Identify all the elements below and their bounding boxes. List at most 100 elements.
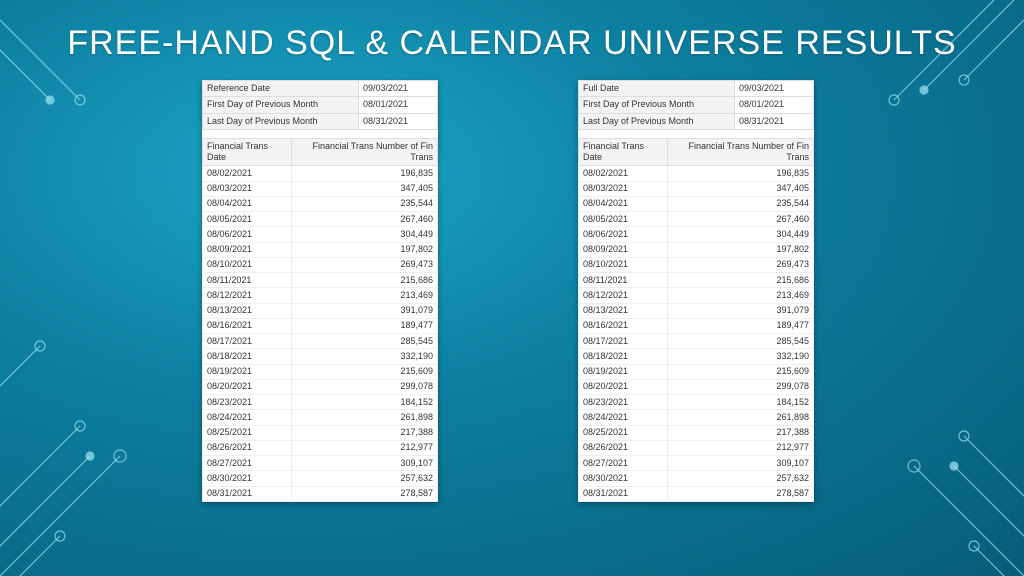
meta-label: First Day of Previous Month xyxy=(579,97,735,113)
cell-count: 278,587 xyxy=(667,486,813,501)
table-row: 08/10/2021269,473 xyxy=(579,257,814,272)
table-row: 08/20/2021299,078 xyxy=(579,379,814,394)
cell-count: 235,544 xyxy=(667,196,813,211)
table-row: 08/24/2021261,898 xyxy=(579,410,814,425)
cell-count: 391,079 xyxy=(291,303,437,318)
meta-row: First Day of Previous Month08/01/2021 xyxy=(579,97,814,113)
circuit-decoration-bottom-left xyxy=(0,276,200,576)
cell-date: 08/17/2021 xyxy=(579,334,668,349)
meta-label: Last Day of Previous Month xyxy=(579,113,735,129)
cell-count: 196,835 xyxy=(667,166,813,181)
meta-label: Reference Date xyxy=(203,81,359,97)
cell-count: 215,609 xyxy=(667,364,813,379)
table-row: 08/11/2021215,686 xyxy=(579,273,814,288)
cell-count: 267,460 xyxy=(667,212,813,227)
cell-count: 217,388 xyxy=(667,425,813,440)
table-row: 08/11/2021215,686 xyxy=(203,273,438,288)
cell-count: 285,545 xyxy=(291,334,437,349)
table-row: 08/19/2021215,609 xyxy=(579,364,814,379)
slide-title: FREE-HAND SQL & CALENDAR UNIVERSE RESULT… xyxy=(0,24,1024,63)
cell-date: 08/18/2021 xyxy=(203,349,292,364)
data-table-left: Financial Trans Date Financial Trans Num… xyxy=(202,138,438,502)
table-row: 08/31/2021278,587 xyxy=(579,486,814,501)
cell-count: 391,079 xyxy=(667,303,813,318)
cell-count: 235,544 xyxy=(291,196,437,211)
cell-count: 309,107 xyxy=(291,456,437,471)
table-row: 08/09/2021197,802 xyxy=(579,242,814,257)
cell-date: 08/30/2021 xyxy=(203,471,292,486)
col-header-count: Financial Trans Number of Fin Trans xyxy=(667,138,813,166)
meta-label: Full Date xyxy=(579,81,735,97)
table-row: 08/03/2021347,405 xyxy=(579,181,814,196)
cell-date: 08/02/2021 xyxy=(579,166,668,181)
table-row: 08/23/2021184,152 xyxy=(203,395,438,410)
cell-count: 267,460 xyxy=(291,212,437,227)
cell-count: 269,473 xyxy=(291,257,437,272)
meta-table-right: Full Date09/03/2021First Day of Previous… xyxy=(578,80,814,130)
cell-count: 347,405 xyxy=(291,181,437,196)
cell-count: 332,190 xyxy=(667,349,813,364)
cell-date: 08/04/2021 xyxy=(579,196,668,211)
cell-date: 08/03/2021 xyxy=(203,181,292,196)
meta-row: First Day of Previous Month08/01/2021 xyxy=(203,97,438,113)
cell-date: 08/23/2021 xyxy=(203,395,292,410)
cell-date: 08/20/2021 xyxy=(203,379,292,394)
cell-count: 215,686 xyxy=(291,273,437,288)
table-row: 08/13/2021391,079 xyxy=(579,303,814,318)
table-row: 08/03/2021347,405 xyxy=(203,181,438,196)
cell-count: 261,898 xyxy=(667,410,813,425)
table-row: 08/26/2021212,977 xyxy=(579,440,814,455)
cell-count: 261,898 xyxy=(291,410,437,425)
meta-value: 08/01/2021 xyxy=(735,97,814,113)
cell-count: 304,449 xyxy=(291,227,437,242)
circuit-decoration-bottom-right xyxy=(804,316,1024,576)
meta-row: Full Date09/03/2021 xyxy=(579,81,814,97)
meta-value: 09/03/2021 xyxy=(359,81,438,97)
table-row: 08/06/2021304,449 xyxy=(203,227,438,242)
cell-date: 08/16/2021 xyxy=(579,318,668,333)
cell-date: 08/26/2021 xyxy=(203,440,292,455)
table-row: 08/18/2021332,190 xyxy=(579,349,814,364)
table-row: 08/16/2021189,477 xyxy=(579,318,814,333)
cell-date: 08/18/2021 xyxy=(579,349,668,364)
cell-count: 278,587 xyxy=(291,486,437,501)
table-row: 08/30/2021257,632 xyxy=(203,471,438,486)
cell-date: 08/20/2021 xyxy=(579,379,668,394)
meta-table-left: Reference Date09/03/2021First Day of Pre… xyxy=(202,80,438,130)
cell-date: 08/31/2021 xyxy=(203,486,292,501)
cell-count: 189,477 xyxy=(291,318,437,333)
cell-date: 08/12/2021 xyxy=(203,288,292,303)
meta-row: Last Day of Previous Month08/31/2021 xyxy=(203,113,438,129)
table-row: 08/24/2021261,898 xyxy=(203,410,438,425)
cell-count: 212,977 xyxy=(291,440,437,455)
table-row: 08/18/2021332,190 xyxy=(203,349,438,364)
table-row: 08/20/2021299,078 xyxy=(203,379,438,394)
meta-value: 09/03/2021 xyxy=(735,81,814,97)
cell-date: 08/19/2021 xyxy=(579,364,668,379)
table-row: 08/10/2021269,473 xyxy=(203,257,438,272)
table-row: 08/25/2021217,388 xyxy=(579,425,814,440)
cell-count: 269,473 xyxy=(667,257,813,272)
cell-date: 08/05/2021 xyxy=(203,212,292,227)
table-row: 08/09/2021197,802 xyxy=(203,242,438,257)
table-row: 08/04/2021235,544 xyxy=(203,196,438,211)
cell-date: 08/19/2021 xyxy=(203,364,292,379)
cell-count: 197,802 xyxy=(291,242,437,257)
table-row: 08/25/2021217,388 xyxy=(203,425,438,440)
cell-date: 08/09/2021 xyxy=(579,242,668,257)
cell-count: 217,388 xyxy=(291,425,437,440)
cell-date: 08/24/2021 xyxy=(579,410,668,425)
cell-date: 08/23/2021 xyxy=(579,395,668,410)
cell-count: 257,632 xyxy=(667,471,813,486)
cell-date: 08/26/2021 xyxy=(579,440,668,455)
cell-count: 212,977 xyxy=(667,440,813,455)
table-row: 08/16/2021189,477 xyxy=(203,318,438,333)
cell-date: 08/27/2021 xyxy=(203,456,292,471)
table-row: 08/13/2021391,079 xyxy=(203,303,438,318)
table-row: 08/02/2021196,835 xyxy=(579,166,814,181)
cell-date: 08/05/2021 xyxy=(579,212,668,227)
table-row: 08/17/2021285,545 xyxy=(203,334,438,349)
cell-date: 08/30/2021 xyxy=(579,471,668,486)
cell-count: 196,835 xyxy=(291,166,437,181)
cell-count: 189,477 xyxy=(667,318,813,333)
